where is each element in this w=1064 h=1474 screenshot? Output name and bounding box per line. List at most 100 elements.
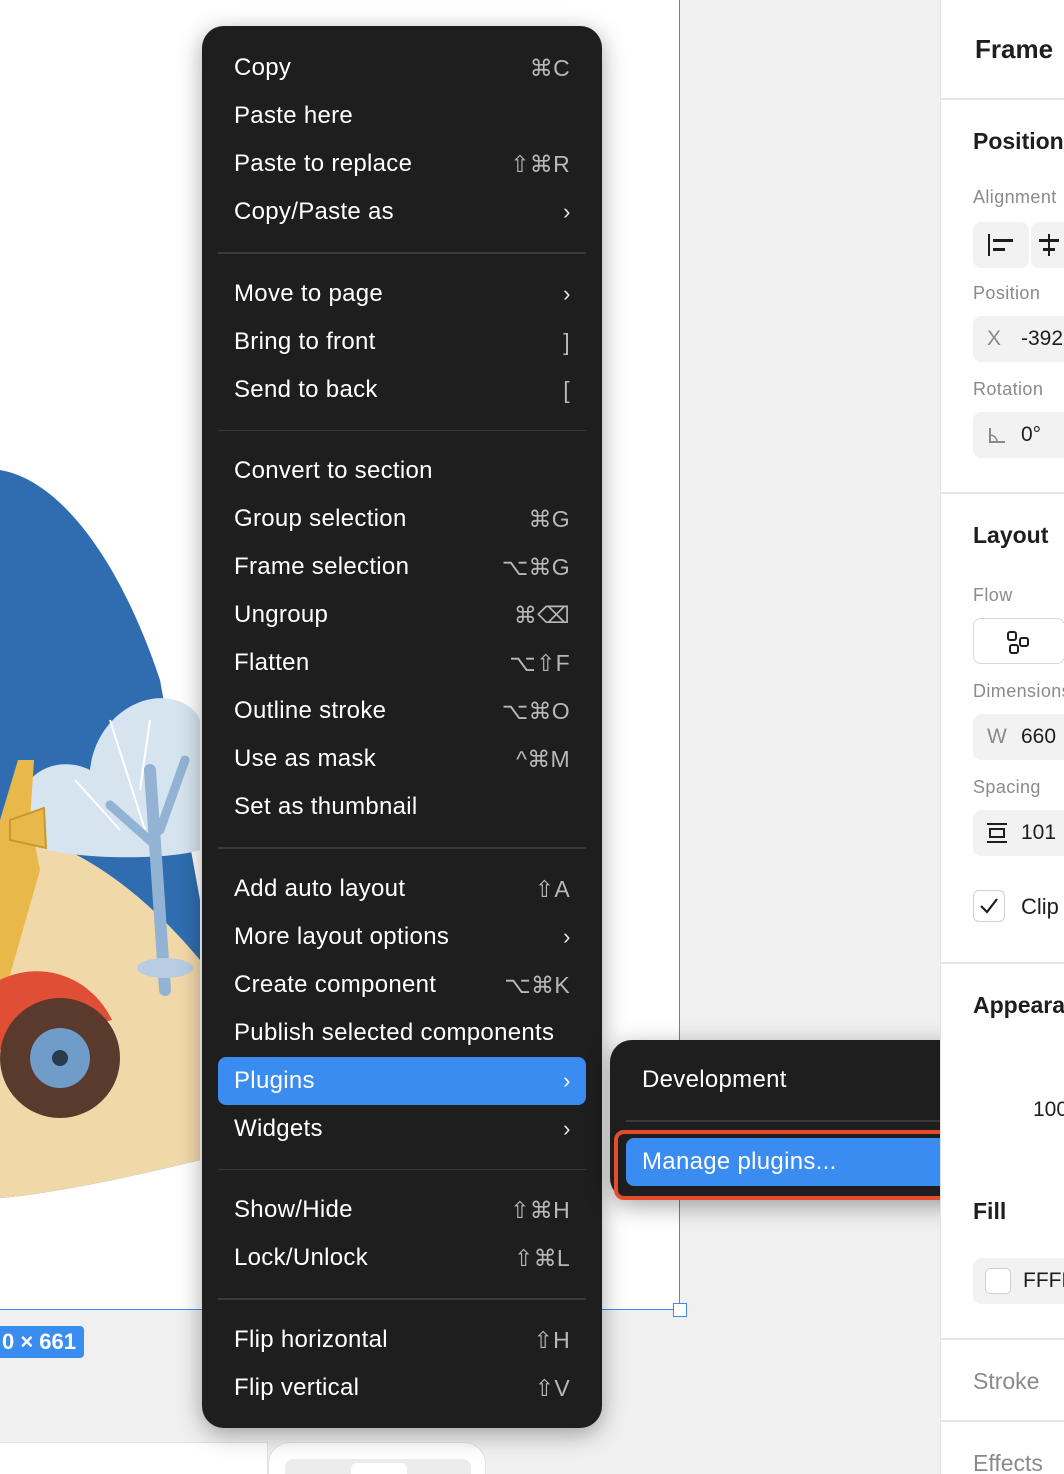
menu-item-move-to-page[interactable]: Move to page › <box>218 270 586 318</box>
menu-item-label: Flip vertical <box>234 1373 360 1401</box>
bottom-toolbar <box>0 1442 490 1474</box>
spacing-label: Spacing <box>973 777 1041 797</box>
flow-freeform-button[interactable] <box>973 618 1064 664</box>
menu-item-copy[interactable]: Copy ⌘C <box>218 44 586 92</box>
menu-item-label: Publish selected components <box>234 1018 555 1046</box>
menu-item-label: Plugins <box>234 1066 315 1094</box>
effects-section-header: Effects <box>973 1450 1043 1474</box>
menu-separator <box>218 1168 586 1170</box>
dimensions-label: Dimensions <box>973 681 1064 701</box>
align-center-button[interactable] <box>1031 222 1064 268</box>
context-menu: Copy ⌘C Paste here Paste to replace ⇧⌘R Copy/… <box>202 26 602 1428</box>
w-label: W <box>987 725 1007 748</box>
menu-item-flip-vertical[interactable]: Flip vertical ⇧V <box>218 1364 586 1412</box>
w-value: 660 <box>1021 725 1057 748</box>
menu-item-label: Use as mask <box>234 745 377 772</box>
menu-item-flip-horizontal[interactable]: Flip horizontal ⇧H <box>218 1316 586 1364</box>
menu-item-label: Flatten <box>234 649 310 676</box>
menu-item-shortcut: ⇧H <box>533 1326 570 1353</box>
menu-item-convert-to-section[interactable]: Convert to section <box>218 447 586 495</box>
menu-item-label: Paste to replace <box>234 150 413 177</box>
menu-separator <box>218 1298 586 1300</box>
menu-item-shortcut: ⌘C <box>529 55 570 81</box>
width-field[interactable]: W 660 <box>973 714 1064 760</box>
menu-item-shortcut: ⌥⌘G <box>501 554 570 580</box>
menu-item-label: Paste here <box>234 102 354 129</box>
resize-handle[interactable] <box>673 1303 687 1317</box>
toolbar-segment-rounded <box>268 1442 486 1474</box>
menu-item-frame-selection[interactable]: Frame selection ⌥⌘G <box>218 543 586 591</box>
panel-divider <box>941 1338 1064 1340</box>
menu-item-label: Send to back <box>234 375 378 403</box>
menu-item-label: Flip horizontal <box>234 1325 388 1353</box>
opacity-value: 100% <box>1033 1098 1064 1121</box>
menu-item-copy-paste-as[interactable]: Copy/Paste as › <box>218 188 586 236</box>
menu-item-shortcut: ⌥⇧F <box>509 650 570 676</box>
menu-item-shortcut: ⌥⌘K <box>504 971 570 998</box>
menu-item-label: Add auto layout <box>234 874 406 902</box>
menu-item-plugins[interactable]: Plugins › <box>218 1056 586 1105</box>
menu-item-set-as-thumbnail[interactable]: Set as thumbnail <box>218 783 586 831</box>
menu-item-paste-to-replace[interactable]: Paste to replace ⇧⌘R <box>218 140 586 188</box>
clip-content-label: Clip content <box>1021 894 1064 919</box>
menu-item-widgets[interactable]: Widgets › <box>218 1105 586 1153</box>
toolbar-segment <box>0 1442 268 1474</box>
x-value: -392 <box>1021 327 1064 350</box>
menu-item-label: Bring to front <box>234 327 376 355</box>
menu-item-shortcut: ⌥⌘O <box>501 698 570 724</box>
clip-content-checkbox[interactable] <box>973 890 1005 922</box>
menu-item-paste-here[interactable]: Paste here <box>218 92 586 140</box>
spacing-value: 101 <box>1021 821 1057 844</box>
alignment-label: Alignment <box>973 187 1057 207</box>
fill-hex-value: FFFFFF <box>1023 1269 1064 1292</box>
fill-field[interactable]: FFFFFF <box>973 1258 1064 1304</box>
menu-item-more-layout-options[interactable]: More layout options › <box>218 913 586 961</box>
panel-divider <box>941 98 1064 100</box>
menu-item-label: Set as thumbnail <box>234 793 418 820</box>
menu-item-use-as-mask[interactable]: Use as mask ^⌘M <box>218 735 586 783</box>
toolbar-knob[interactable] <box>351 1463 407 1474</box>
menu-item-group-selection[interactable]: Group selection ⌘G <box>218 495 586 543</box>
position-section-header: Position <box>973 128 1064 154</box>
rotation-field[interactable]: 0° <box>973 412 1064 458</box>
menu-item-add-auto-layout[interactable]: Add auto layout ⇧A <box>218 865 586 913</box>
menu-item-bring-to-front[interactable]: Bring to front] <box>218 318 586 366</box>
menu-item-publish-selected-components[interactable]: Publish selected components <box>218 1009 586 1057</box>
menu-item-label: Copy/Paste as <box>234 198 394 225</box>
menu-item-label: Move to page <box>234 279 384 307</box>
menu-item-send-to-back[interactable]: Send to back [ <box>218 366 586 414</box>
menu-item-label: Create component <box>234 970 437 998</box>
vertical-spacing-icon <box>987 823 1007 843</box>
menu-separator <box>218 252 586 254</box>
fill-color-swatch[interactable] <box>985 1268 1011 1294</box>
menu-item-flatten[interactable]: Flatten ⌥⇧F <box>218 639 586 687</box>
chevron-right-icon: › <box>563 1067 571 1093</box>
menu-item-shortcut: [ <box>563 376 570 403</box>
menu-item-label: Frame selection <box>234 553 410 580</box>
menu-item-label: Group selection <box>234 505 407 532</box>
menu-item-shortcut: ⇧⌘R <box>510 151 570 177</box>
menu-item-create-component[interactable]: Create component ⌥⌘K <box>218 961 586 1009</box>
x-position-field[interactable]: X -392 <box>973 316 1064 362</box>
menu-item-shortcut: ^⌘M <box>516 746 570 772</box>
menu-item-label: Convert to section <box>234 457 433 484</box>
menu-item-shortcut: ⌘⌫ <box>513 602 570 628</box>
menu-item-lock-unlock[interactable]: Lock/Unlock ⇧⌘L <box>218 1234 586 1282</box>
chevron-right-icon: › <box>563 199 571 224</box>
layout-section-header: Layout <box>973 522 1049 548</box>
frame-size-badge: 0 × 661 <box>0 1326 85 1358</box>
spacing-field[interactable]: 101 <box>973 810 1064 856</box>
menu-item-shortcut: ⇧A <box>534 875 570 902</box>
checkmark-icon <box>980 898 998 914</box>
angle-icon <box>989 428 1005 443</box>
menu-item-shortcut: ⇧⌘H <box>510 1197 570 1223</box>
menu-item-shortcut: ⇧⌘L <box>514 1245 570 1271</box>
stroke-section-header: Stroke <box>973 1368 1040 1394</box>
menu-item-label: More layout options <box>234 922 450 950</box>
menu-item-outline-stroke[interactable]: Outline stroke ⌥⌘O <box>218 687 586 735</box>
appearance-section-header: Appearance <box>973 992 1064 1018</box>
align-left-button[interactable] <box>973 222 1029 268</box>
menu-item-show-hide[interactable]: Show/Hide ⇧⌘H <box>218 1186 586 1234</box>
panel-divider <box>941 1420 1064 1422</box>
menu-item-ungroup[interactable]: Ungroup ⌘⌫ <box>218 591 586 639</box>
